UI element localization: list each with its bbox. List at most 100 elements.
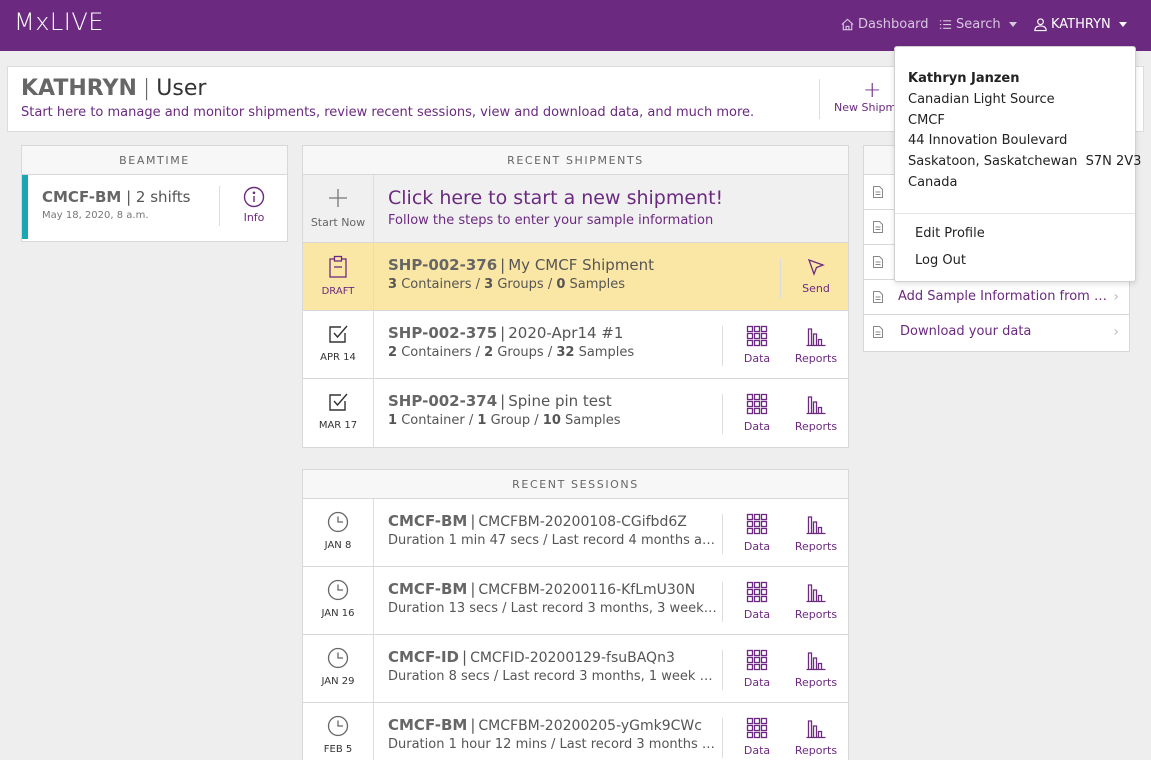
nav-user-menu[interactable]: KATHRYN [1033, 17, 1127, 32]
quick-link-add-sample-info[interactable]: Add Sample Information from a spreadshee… [864, 280, 1129, 315]
containers-count: 3 [388, 277, 398, 292]
divider [722, 582, 723, 622]
start-now-label: Start Now [310, 216, 366, 229]
shipment-date: APR 14 [320, 352, 356, 363]
samples-label: Samples [578, 345, 635, 360]
document-icon [873, 186, 883, 198]
clock-icon [327, 579, 349, 601]
bar-chart-icon [806, 584, 826, 603]
reports-button[interactable]: Reports [791, 325, 841, 365]
shipment-row[interactable]: APR 14 SHP-002-375 | 2020-Apr14 #1 2 Conta… [303, 311, 848, 379]
checkbox-checked-icon [329, 325, 348, 343]
reports-label: Reports [794, 352, 838, 365]
session-beamline: CMCF-BM [388, 512, 468, 530]
reports-button[interactable]: Reports [791, 513, 841, 553]
beamtime-title: CMCF-BM | 2 shifts [42, 188, 190, 206]
session-info[interactable]: CMCF-BM | CMCFBM-20200205-yGmk9CWc Duratio… [388, 716, 718, 752]
divider [722, 650, 723, 690]
reports-button[interactable]: Reports [791, 649, 841, 689]
edit-profile-item[interactable]: Edit Profile [915, 226, 985, 241]
reports-button[interactable]: Reports [791, 581, 841, 621]
quick-link-label: Add Sample Information from a spreadshee… [898, 289, 1110, 304]
reports-label: Reports [794, 676, 838, 689]
data-button[interactable]: Data [732, 513, 782, 553]
session-beamline: CMCF-ID [388, 648, 459, 666]
shipment-date: DRAFT [321, 286, 355, 297]
groups-label: Groups [497, 345, 544, 360]
data-button[interactable]: Data [732, 325, 782, 365]
session-title: CMCF-BM | CMCFBM-20200116-KfLmU30N [388, 580, 696, 598]
nav-search[interactable]: Search [938, 17, 1017, 32]
session-info[interactable]: CMCF-BM | CMCFBM-20200108-CGifbd6Z Duratio… [388, 512, 718, 548]
containers-label: Container [401, 413, 465, 428]
data-button[interactable]: Data [732, 649, 782, 689]
beamtime-item[interactable]: CMCF-BM | 2 shifts May 18, 2020, 8 a.m. … [22, 175, 287, 239]
reports-button[interactable]: Reports [791, 717, 841, 757]
home-icon [841, 18, 854, 31]
start-now-button[interactable]: Start Now [303, 175, 374, 242]
grid-icon [746, 393, 768, 415]
session-date-cell: FEB 5 [303, 703, 374, 760]
user-full-name: Kathryn Janzen [908, 71, 1020, 86]
start-shipment-title[interactable]: Click here to start a new shipment! [388, 187, 723, 209]
shipment-info[interactable]: SHP-002-376 | My CMCF Shipment 3 Container… [388, 256, 768, 292]
beamtime-info-button[interactable]: Info [232, 186, 276, 224]
session-details: Duration 1 hour 12 mins / Last record 3 … [388, 737, 718, 752]
reports-button[interactable]: Reports [791, 393, 841, 433]
grid-icon [746, 717, 768, 739]
samples-count: 32 [556, 345, 575, 360]
nav-dashboard-label: Dashboard [858, 17, 929, 32]
user-icon [1034, 18, 1047, 32]
divider [722, 514, 723, 554]
data-label: Data [743, 676, 771, 689]
session-details: Duration 1 min 47 secs / Last record 4 m… [388, 533, 718, 548]
shipment-row[interactable]: MAR 17 SHP-002-374 | Spine pin test 1 Cont… [303, 379, 848, 447]
nav-dashboard[interactable]: Dashboard [840, 17, 929, 32]
session-date-cell: JAN 29 [303, 635, 374, 702]
shipment-name: Spine pin test [508, 392, 612, 410]
session-title: CMCF-ID | CMCFID-20200129-fsuBAQn3 [388, 648, 675, 666]
beamtime-panel: BEAMTIME CMCF-BM | 2 shifts May 18, 2020… [21, 145, 288, 242]
data-button[interactable]: Data [732, 393, 782, 433]
list-icon [939, 20, 952, 29]
session-duration: Duration 8 secs [388, 669, 490, 684]
send-button[interactable]: Send [791, 257, 841, 295]
shipment-name: 2020-Apr14 #1 [508, 324, 624, 342]
shipment-title: SHP-002-374 | Spine pin test [388, 392, 612, 410]
nav-user-label: KATHRYN [1051, 17, 1111, 32]
beamtime-date: May 18, 2020, 8 a.m. [42, 210, 149, 221]
page-subtitle: Start here to manage and monitor shipmen… [21, 105, 755, 120]
shipment-row[interactable]: DRAFT SHP-002-376 | My CMCF Shipment 3 Con… [303, 243, 848, 311]
session-details: Duration 13 secs / Last record 3 months,… [388, 601, 718, 616]
session-info[interactable]: CMCF-BM | CMCFBM-20200116-KfLmU30N Duratio… [388, 580, 718, 616]
brand-logo[interactable]: MxLIVE [14, 8, 104, 36]
shipment-date: MAR 17 [318, 420, 358, 431]
data-button[interactable]: Data [732, 717, 782, 757]
session-row[interactable]: FEB 5 CMCF-BM | CMCFBM-20200205-yGmk9CWc D… [303, 703, 848, 760]
divider [722, 394, 723, 434]
session-info[interactable]: CMCF-ID | CMCFID-20200129-fsuBAQn3 Duratio… [388, 648, 718, 684]
data-button[interactable]: Data [732, 581, 782, 621]
grid-icon [746, 325, 768, 347]
start-shipment-row[interactable]: Start Now Click here to start a new ship… [303, 175, 848, 243]
session-row[interactable]: JAN 16 CMCF-BM | CMCFBM-20200116-KfLmU30N … [303, 567, 848, 635]
quick-link-download-data[interactable]: Download your data › [864, 315, 1129, 350]
log-out-item[interactable]: Log Out [915, 253, 966, 268]
session-date: FEB 5 [323, 744, 353, 755]
page-title-username: KATHRYN [21, 76, 137, 101]
shipment-info[interactable]: SHP-002-375 | 2020-Apr14 #1 2 Containers /… [388, 324, 718, 360]
session-row[interactable]: JAN 29 CMCF-ID | CMCFID-20200129-fsuBAQn3 … [303, 635, 848, 703]
user-dropdown-menu: Kathryn Janzen Canadian Light Source CMC… [894, 46, 1141, 282]
session-date: JAN 29 [321, 676, 355, 687]
session-row[interactable]: JAN 8 CMCF-BM | CMCFBM-20200108-CGifbd6Z D… [303, 499, 848, 567]
send-icon [807, 258, 825, 276]
grid-icon [746, 649, 768, 671]
clock-icon [327, 647, 349, 669]
user-organization: Canadian Light Source [908, 91, 1055, 107]
shipment-counts: 2 Containers / 2 Groups / 32 Samples [388, 345, 635, 360]
shipment-info[interactable]: SHP-002-374 | Spine pin test 1 Container /… [388, 392, 718, 428]
samples-label: Samples [565, 413, 621, 428]
data-label: Data [743, 744, 771, 757]
document-icon [873, 291, 883, 303]
session-title: CMCF-BM | CMCFBM-20200108-CGifbd6Z [388, 512, 687, 530]
